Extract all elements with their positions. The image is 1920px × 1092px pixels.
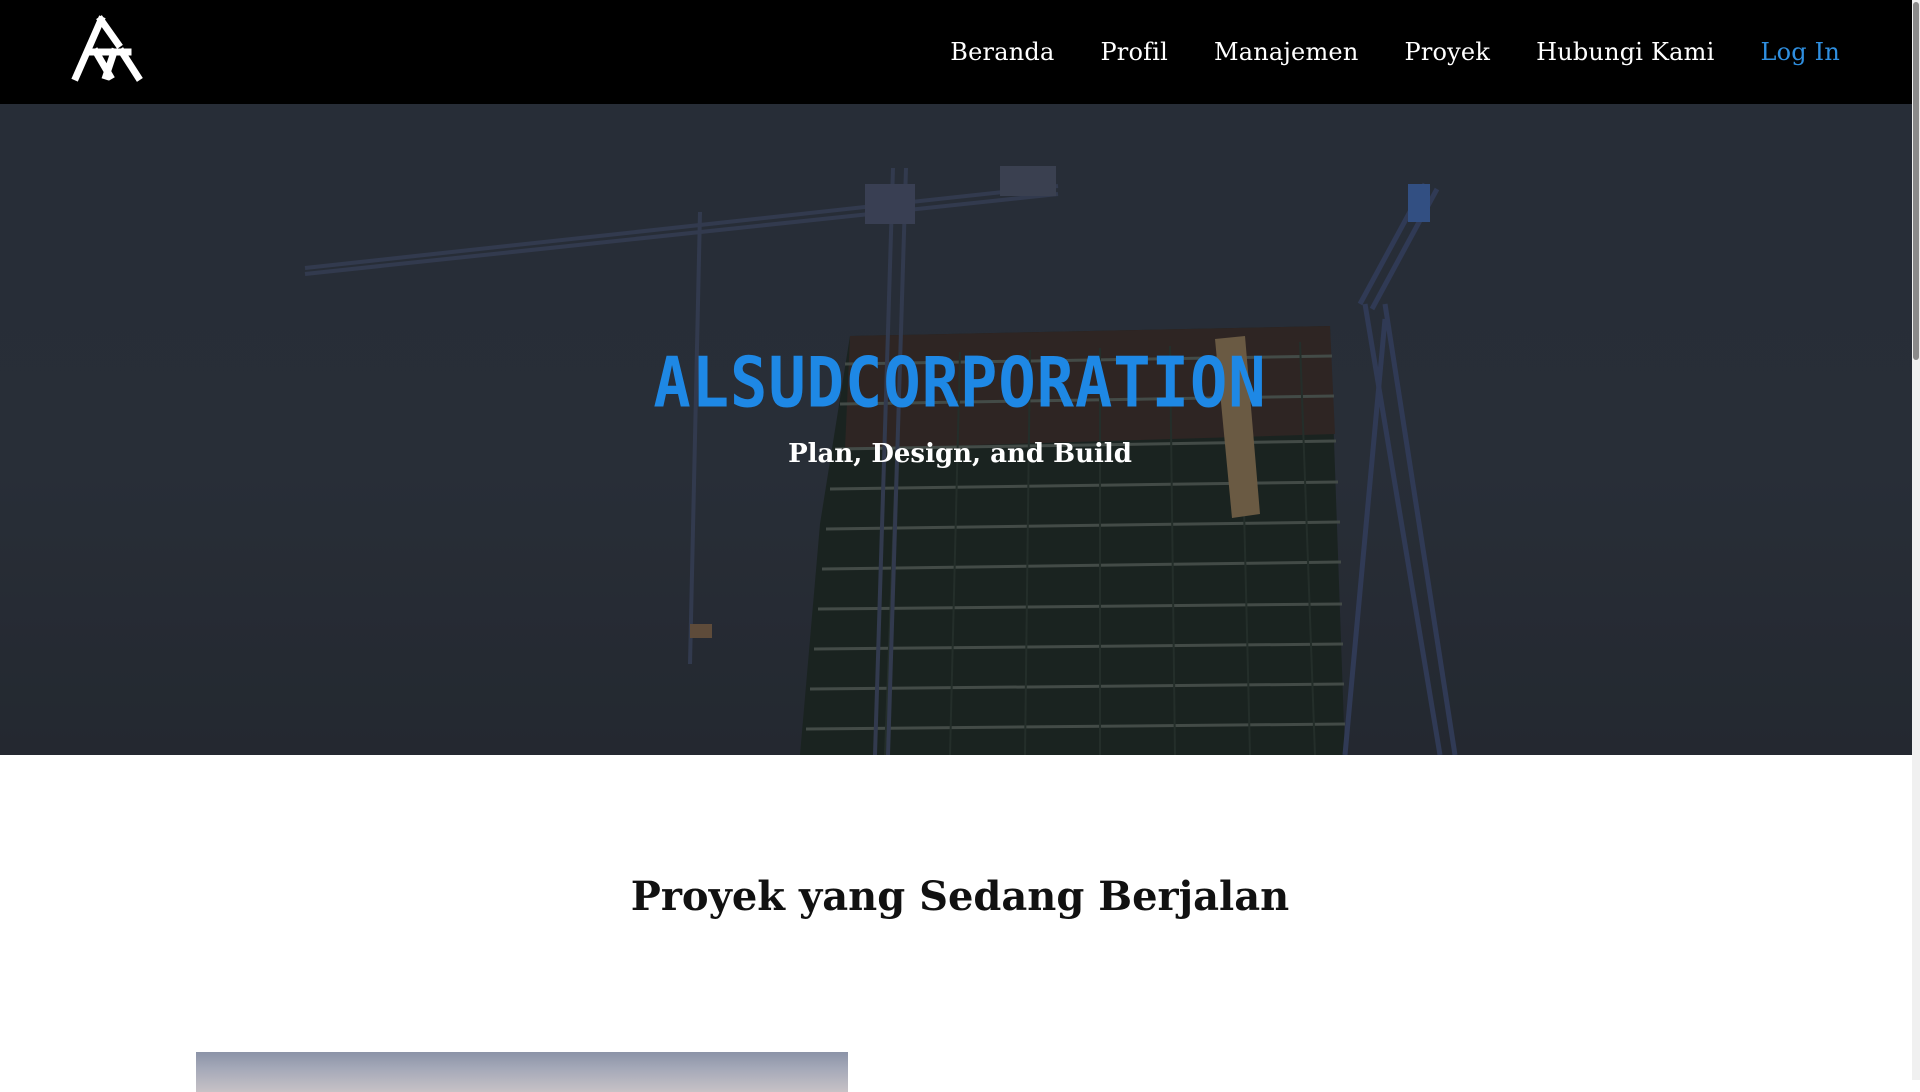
navbar: Beranda Profil Manajemen Proyek Hubungi … xyxy=(0,0,1920,104)
hero-subtitle: Plan, Design, and Build xyxy=(788,439,1132,469)
hero-overlay xyxy=(0,104,1920,755)
nav-item-hubungi-kami[interactable]: Hubungi Kami xyxy=(1536,38,1714,66)
nav-item-profil[interactable]: Profil xyxy=(1100,38,1168,66)
company-logo-icon[interactable] xyxy=(70,14,144,84)
main-nav: Beranda Profil Manajemen Proyek Hubungi … xyxy=(950,0,1840,104)
login-link[interactable]: Log In xyxy=(1760,38,1840,66)
project-image[interactable] xyxy=(196,1052,848,1092)
nav-item-proyek[interactable]: Proyek xyxy=(1404,38,1490,66)
nav-item-beranda[interactable]: Beranda xyxy=(950,38,1054,66)
scrollbar-thumb[interactable] xyxy=(1913,2,1919,360)
nav-item-manajemen[interactable]: Manajemen xyxy=(1214,38,1359,66)
hero-banner: ALSUDCORPORATION Plan, Design, and Build xyxy=(0,104,1920,755)
hero-title: ALSUDCORPORATION xyxy=(653,341,1267,424)
page-scrollbar[interactable] xyxy=(1912,0,1920,1080)
section-title-current-projects: Proyek yang Sedang Berjalan xyxy=(630,873,1290,920)
